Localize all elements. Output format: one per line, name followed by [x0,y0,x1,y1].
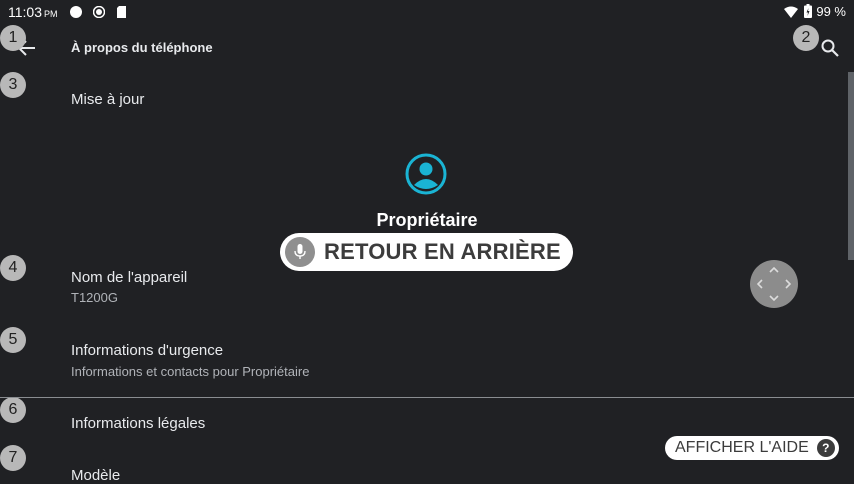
sync-icon [93,6,105,18]
voice-command-text: RETOUR EN ARRIÈRE [324,239,561,264]
status-bar: 11:03 PM 99 % [0,0,854,24]
emergency-info-summary: Informations et contacts pour Propriétai… [71,364,310,379]
list-item-update[interactable]: Mise à jour [71,91,144,108]
divider [0,397,854,398]
page-title: À propos du téléphone [71,40,213,55]
marker-5: 5 [0,327,26,353]
marker-1: 1 [0,25,26,51]
battery-icon [804,4,812,18]
list-item-model[interactable]: Modèle [71,467,120,484]
show-help-label: AFFICHER L'AIDE [675,439,809,456]
voice-command-feedback: RETOUR EN ARRIÈRE [280,233,573,271]
account-circle-icon[interactable] [405,153,447,195]
directional-arrows-icon [756,266,792,302]
scrollbar[interactable] [848,72,854,260]
notification-dot-icon [70,6,82,18]
list-item-device-name[interactable]: Nom de l'appareil [71,269,187,286]
help-question-icon: ? [816,439,835,457]
mic-icon [285,237,315,267]
marker-4: 4 [0,255,26,281]
marker-3: 3 [0,72,26,98]
marker-7: 7 [0,445,26,471]
device-name-value: T1200G [71,290,118,305]
battery-percent: 99 % [816,4,846,19]
search-icon[interactable] [820,38,840,58]
list-item-emergency-info[interactable]: Informations d'urgence [71,342,223,359]
marker-6: 6 [0,397,26,423]
marker-2: 2 [793,25,819,51]
wifi-icon [784,6,798,18]
sd-card-icon [117,6,126,18]
list-item-legal-info[interactable]: Informations légales [71,415,205,432]
owner-name[interactable]: Propriétaire [0,210,854,231]
status-time: 11:03 PM [8,4,58,20]
show-help-button[interactable]: AFFICHER L'AIDE ? [665,436,839,460]
navigation-joystick[interactable] [750,260,798,308]
